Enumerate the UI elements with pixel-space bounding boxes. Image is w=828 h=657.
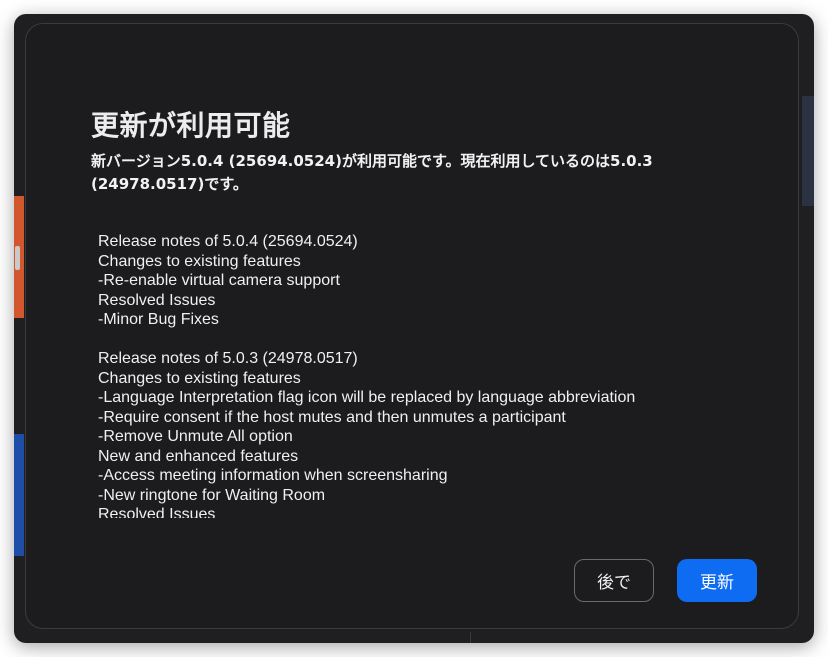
release-note-line: -Language Interpretation flag icon will …: [98, 389, 636, 406]
release-note-line: Changes to existing features: [98, 252, 301, 270]
release-note-line: -Access meeting information when screens…: [98, 467, 448, 484]
release-note-line: -Re-enable virtual camera support: [98, 272, 340, 289]
release-note-line: New and enhanced features: [98, 447, 299, 465]
dialog-message: 新バージョン5.0.4 (25694.0524)が利用可能です。現在利用している…: [91, 152, 653, 193]
release-note-line: -Remove Unmute All option: [98, 428, 293, 445]
release-note-line: -Minor Bug Fixes: [98, 311, 219, 328]
release-note-line: Release notes of 5.0.4 (25694.0524): [98, 233, 358, 250]
release-note-line: -New ringtone for Waiting Room: [98, 486, 326, 504]
dialog-title: 更新が利用可能: [91, 109, 291, 142]
app-window: 更新が利用可能 新バージョン5.0.4 (25694.0524)が利用可能です。…: [14, 14, 814, 643]
background-app-tile-blue: [14, 434, 24, 556]
update-button[interactable]: 更新: [677, 559, 757, 602]
release-note-line: Resolved Issues: [98, 291, 216, 309]
release-note-line: Changes to existing features: [98, 369, 301, 387]
release-note-line: Release notes of 5.0.3 (24978.0517): [98, 350, 358, 367]
background-panel: [802, 96, 814, 206]
release-note-line: Resolved Issues: [98, 506, 216, 518]
release-notes-gap: [98, 330, 738, 350]
background-handle: [15, 246, 20, 270]
update-dialog: 更新が利用可能 新バージョン5.0.4 (25694.0524)が利用可能です。…: [25, 23, 799, 629]
release-notes-scroll[interactable]: Release notes of 5.0.4 (25694.0524) Chang…: [98, 232, 738, 518]
release-note-line: -Require consent if the host mutes and t…: [98, 408, 566, 426]
later-button[interactable]: 後で: [574, 559, 654, 602]
background-divider: [470, 632, 471, 643]
